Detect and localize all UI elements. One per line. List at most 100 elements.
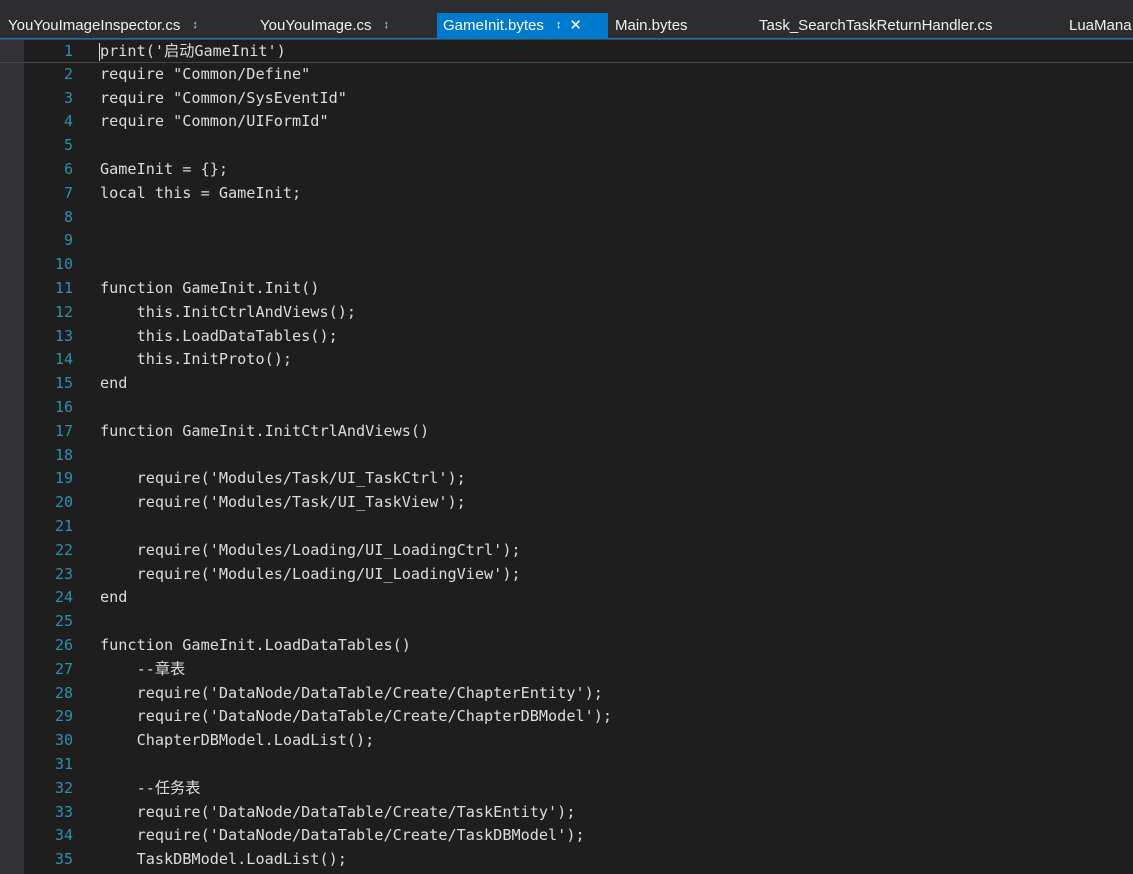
code-line[interactable]: 18	[0, 444, 1133, 468]
pin-icon[interactable]: ↕	[192, 13, 198, 38]
code-line[interactable]: 14 this.InitProto();	[0, 348, 1133, 372]
line-number: 23	[54, 564, 73, 583]
line-code[interactable]: require('Modules/Task/UI_TaskView');	[100, 491, 466, 515]
tab-youyouimageinspector[interactable]: YouYouImageInspector.cs ↕	[8, 13, 198, 38]
line-code[interactable]: function GameInit.InitCtrlAndViews()	[100, 420, 429, 444]
tab-label: Task_SearchTaskReturnHandler.cs	[759, 17, 993, 34]
line-number: 18	[54, 445, 73, 464]
code-line[interactable]: 22 require('Modules/Loading/UI_LoadingCt…	[0, 539, 1133, 563]
line-number: 1	[63, 42, 73, 60]
code-line[interactable]: 11 function GameInit.Init()	[0, 277, 1133, 301]
line-code[interactable]: require "Common/Define"	[100, 63, 310, 87]
text-cursor	[99, 43, 100, 61]
line-code[interactable]: this.InitCtrlAndViews();	[100, 301, 356, 325]
line-number: 32	[54, 778, 73, 797]
tab-luamana[interactable]: LuaMana	[1069, 13, 1132, 38]
code-line[interactable]: 16	[0, 396, 1133, 420]
line-code[interactable]: function GameInit.LoadDataTables()	[100, 634, 411, 658]
tab-label: Main.bytes	[615, 17, 688, 34]
code-line[interactable]: 5	[0, 134, 1133, 158]
line-code[interactable]: --章表	[100, 658, 186, 682]
line-code[interactable]: --任务表	[100, 777, 201, 801]
line-code[interactable]: require('DataNode/DataTable/Create/TaskE…	[100, 801, 576, 825]
code-line[interactable]: 24 end	[0, 586, 1133, 610]
pin-icon[interactable]: ↕	[556, 13, 562, 38]
line-number: 26	[54, 636, 73, 654]
line-number: 33	[54, 802, 73, 821]
code-line[interactable]: 20 require('Modules/Task/UI_TaskView');	[0, 491, 1133, 515]
code-line[interactable]: 25	[0, 610, 1133, 634]
close-icon[interactable]: ✕	[569, 13, 582, 38]
line-number: 35	[54, 850, 73, 869]
line-code[interactable]: end	[100, 372, 127, 396]
tab-label: YouYouImage.cs	[260, 17, 372, 34]
code-line[interactable]: 35 TaskDBModel.LoadList();	[0, 848, 1133, 872]
line-code[interactable]: require('Modules/Task/UI_TaskCtrl');	[100, 467, 466, 491]
code-line[interactable]: 15 end	[0, 372, 1133, 396]
tab-task-searchtaskreturnhandler[interactable]: Task_SearchTaskReturnHandler.cs	[759, 13, 992, 38]
code-line[interactable]: 9	[0, 229, 1133, 253]
line-number: 24	[54, 588, 73, 607]
code-line[interactable]: 31	[0, 753, 1133, 777]
line-number: 17	[54, 421, 73, 440]
line-number: 4	[63, 112, 73, 131]
tab-youyouimage[interactable]: YouYouImage.cs ↕	[260, 13, 389, 38]
code-line[interactable]: 13 this.LoadDataTables();	[0, 325, 1133, 349]
code-line[interactable]: 33 require('DataNode/DataTable/Create/Ta…	[0, 801, 1133, 825]
line-code[interactable]: TaskDBModel.LoadList();	[100, 848, 347, 872]
line-code[interactable]: require('DataNode/DataTable/Create/Chapt…	[100, 705, 612, 729]
line-code[interactable]: require('Modules/Loading/UI_LoadingCtrl'…	[100, 539, 521, 563]
code-line[interactable]: 29 require('DataNode/DataTable/Create/Ch…	[0, 705, 1133, 729]
line-number: 20	[54, 493, 73, 512]
line-code[interactable]: require('DataNode/DataTable/Create/TaskD…	[100, 824, 585, 848]
line-code[interactable]: require "Common/UIFormId"	[100, 110, 329, 134]
line-code[interactable]: end	[100, 586, 127, 610]
line-code[interactable]: this.LoadDataTables();	[100, 325, 338, 349]
pin-icon[interactable]: ↕	[383, 13, 389, 38]
tab-gameinit-active[interactable]: GameInit.bytes ↕ ✕	[437, 13, 608, 38]
line-code[interactable]: ChapterDBModel.LoadList();	[100, 729, 375, 753]
line-code[interactable]: require "Common/SysEventId"	[100, 87, 347, 111]
code-line[interactable]: 32 --任务表	[0, 777, 1133, 801]
code-line[interactable]: 34 require('DataNode/DataTable/Create/Ta…	[0, 824, 1133, 848]
tab-label: YouYouImageInspector.cs	[8, 17, 181, 34]
code-line[interactable]: 3 require "Common/SysEventId"	[0, 87, 1133, 111]
document-tab-bar: YouYouImageInspector.cs ↕ YouYouImage.cs ↕…	[0, 0, 1133, 38]
line-number: 10	[54, 255, 73, 274]
line-code[interactable]: GameInit = {};	[100, 158, 228, 182]
code-line[interactable]: 17 function GameInit.InitCtrlAndViews()	[0, 420, 1133, 444]
line-number: 21	[54, 517, 73, 535]
line-number: 27	[54, 659, 73, 678]
line-number: 22	[54, 540, 73, 559]
line-number: 13	[54, 326, 73, 345]
code-line[interactable]: 10	[0, 253, 1133, 277]
tab-main[interactable]: Main.bytes	[615, 13, 688, 38]
code-line[interactable]: 19 require('Modules/Task/UI_TaskCtrl');	[0, 467, 1133, 491]
line-code[interactable]: print('启动GameInit')	[100, 40, 286, 64]
code-line[interactable]: 4 require "Common/UIFormId"	[0, 110, 1133, 134]
code-editor[interactable]: 1 print('启动GameInit') 2 require "Common/Def…	[0, 39, 1133, 874]
code-line[interactable]: 1 print('启动GameInit')	[0, 39, 1133, 63]
code-line[interactable]: 7 local this = GameInit;	[0, 182, 1133, 206]
code-line[interactable]: 26 function GameInit.LoadDataTables()	[0, 634, 1133, 658]
line-number: 19	[54, 469, 73, 488]
code-line[interactable]: 12 this.InitCtrlAndViews();	[0, 301, 1133, 325]
code-line[interactable]: 21	[0, 515, 1133, 539]
code-line[interactable]: 28 require('DataNode/DataTable/Create/Ch…	[0, 682, 1133, 706]
line-code[interactable]: this.InitProto();	[100, 348, 292, 372]
line-number: 15	[54, 374, 73, 393]
code-line[interactable]: 23 require('Modules/Loading/UI_LoadingVi…	[0, 563, 1133, 587]
line-code[interactable]: require('DataNode/DataTable/Create/Chapt…	[100, 682, 603, 706]
line-code[interactable]: require('Modules/Loading/UI_LoadingView'…	[100, 563, 521, 587]
line-number: 6	[63, 160, 73, 178]
code-line[interactable]: 27 --章表	[0, 658, 1133, 682]
line-code[interactable]: local this = GameInit;	[100, 182, 301, 206]
code-line[interactable]: 2 require "Common/Define"	[0, 63, 1133, 87]
tab-label: GameInit.bytes	[443, 17, 544, 34]
line-code[interactable]: function GameInit.Init()	[100, 277, 319, 301]
line-number: 8	[63, 207, 73, 226]
code-line[interactable]: 8	[0, 206, 1133, 230]
code-line[interactable]: 6 GameInit = {};	[0, 158, 1133, 182]
line-number: 12	[54, 302, 73, 321]
code-line[interactable]: 30 ChapterDBModel.LoadList();	[0, 729, 1133, 753]
